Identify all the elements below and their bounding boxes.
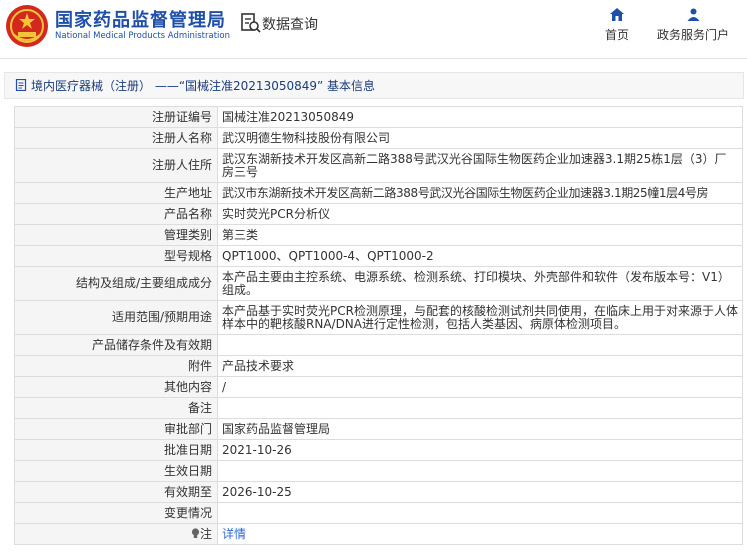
row-value: 第三类	[217, 224, 743, 246]
site-title[interactable]: 国家药品监督管理局	[55, 6, 226, 32]
table-row: 产品储存条件及有效期	[14, 334, 743, 356]
row-value	[217, 334, 743, 356]
row-label: 产品储存条件及有效期	[14, 334, 218, 356]
table-row: 注 详情	[14, 523, 743, 545]
table-row: 审批部门 国家药品监督管理局	[14, 418, 743, 440]
site-subtitle: National Medical Products Administration	[55, 31, 230, 41]
row-label: 附件	[14, 355, 218, 377]
note-label-cell: 注	[14, 523, 218, 545]
site-header: 国家药品监督管理局 National Medical Products Admi…	[0, 0, 747, 59]
row-value: 国家药品监督管理局	[217, 418, 743, 440]
search-doc-icon	[241, 13, 261, 33]
row-label: 管理类别	[14, 224, 218, 246]
row-value	[217, 502, 743, 524]
table-row: 变更情况	[14, 502, 743, 524]
row-value	[217, 460, 743, 482]
row-value: 武汉明德生物科技股份有限公司	[217, 127, 743, 149]
row-value: 武汉市东湖新技术开发区高新二路388号武汉光谷国际生物医药企业加速器3.1期25…	[217, 182, 743, 204]
row-value: /	[217, 376, 743, 398]
table-row: 结构及组成/主要组成成分 本产品主要由主控系统、电源系统、检测系统、打印模块、外…	[14, 266, 743, 301]
table-row: 生产地址 武汉市东湖新技术开发区高新二路388号武汉光谷国际生物医药企业加速器3…	[14, 182, 743, 204]
row-value: 本产品基于实时荧光PCR检测原理，与配套的核酸检测试剂共同使用，在临床上用于对来…	[217, 300, 743, 335]
row-label: 备注	[14, 397, 218, 419]
row-value: 武汉东湖新技术开发区高新二路388号武汉光谷国际生物医药企业加速器3.1期25栋…	[217, 148, 743, 183]
breadcrumb: 境内医疗器械（注册） ——“国械注准20213050849” 基本信息	[4, 72, 744, 99]
row-label: 适用范围/预期用途	[14, 300, 218, 335]
table-row: 生效日期	[14, 460, 743, 482]
document-icon	[15, 79, 27, 91]
table-row: 注册人名称 武汉明德生物科技股份有限公司	[14, 127, 743, 149]
row-value: 本产品主要由主控系统、电源系统、检测系统、打印模块、外壳部件和软件（发布版本号：…	[217, 266, 743, 301]
table-row: 附件 产品技术要求	[14, 355, 743, 377]
note-label: 注	[199, 526, 212, 541]
note-value-cell: 详情	[217, 523, 743, 545]
national-emblem-logo[interactable]	[5, 4, 49, 48]
table-row: 管理类别 第三类	[14, 224, 743, 246]
nav-home-label: 首页	[604, 28, 629, 42]
row-value	[217, 397, 743, 419]
details-link[interactable]: 详情	[222, 527, 246, 541]
row-label: 生产地址	[14, 182, 218, 204]
table-row: 备注	[14, 397, 743, 419]
nav-service-portal[interactable]: 政务服务门户	[652, 8, 734, 43]
row-value: 2026-10-25	[217, 481, 743, 503]
data-query-label: 数据查询	[262, 17, 318, 33]
nav-service-portal-label: 政务服务门户	[656, 28, 729, 42]
table-row: 其他内容 /	[14, 376, 743, 398]
row-label: 批准日期	[14, 439, 218, 461]
row-label: 注册证编号	[14, 106, 218, 128]
table-row: 注册证编号 国械注准20213050849	[14, 106, 743, 128]
row-label: 型号规格	[14, 245, 218, 267]
row-value: 实时荧光PCR分析仪	[217, 203, 743, 225]
row-label: 变更情况	[14, 502, 218, 524]
table-row: 注册人住所 武汉东湖新技术开发区高新二路388号武汉光谷国际生物医药企业加速器3…	[14, 148, 743, 183]
registration-info-table: 注册证编号 国械注准20213050849 注册人名称 武汉明德生物科技股份有限…	[14, 106, 743, 545]
row-label: 注册人住所	[14, 148, 218, 183]
row-value: 产品技术要求	[217, 355, 743, 377]
lightbulb-icon	[191, 527, 200, 538]
row-label: 有效期至	[14, 481, 218, 503]
user-icon	[687, 8, 699, 21]
table-row: 适用范围/预期用途 本产品基于实时荧光PCR检测原理，与配套的核酸检测试剂共同使…	[14, 300, 743, 335]
row-value: 国械注准20213050849	[217, 106, 743, 128]
row-value: QPT1000、QPT1000-4、QPT1000-2	[217, 245, 743, 267]
row-value: 2021-10-26	[217, 439, 743, 461]
table-row: 有效期至 2026-10-25	[14, 481, 743, 503]
row-label: 注册人名称	[14, 127, 218, 149]
row-label: 其他内容	[14, 376, 218, 398]
nav-home[interactable]: 首页	[600, 8, 634, 43]
table-row: 批准日期 2021-10-26	[14, 439, 743, 461]
table-row: 型号规格 QPT1000、QPT1000-4、QPT1000-2	[14, 245, 743, 267]
row-label: 产品名称	[14, 203, 218, 225]
row-label: 生效日期	[14, 460, 218, 482]
row-label: 审批部门	[14, 418, 218, 440]
breadcrumb-text: 境内医疗器械（注册） ——“国械注准20213050849” 基本信息	[31, 79, 376, 93]
table-row: 产品名称 实时荧光PCR分析仪	[14, 203, 743, 225]
home-icon	[610, 8, 624, 21]
row-label: 结构及组成/主要组成成分	[14, 266, 218, 301]
